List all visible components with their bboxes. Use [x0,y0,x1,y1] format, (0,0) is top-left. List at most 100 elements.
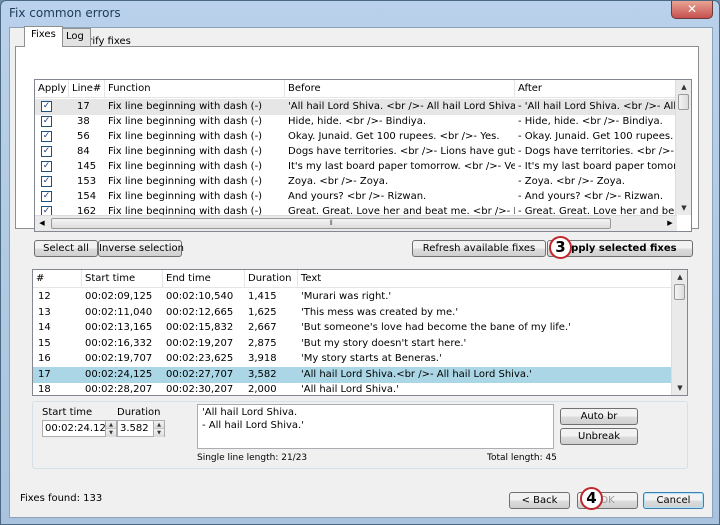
column-header-line[interactable]: Line# [69,80,105,98]
increment-arrow-icon[interactable]: ▲ [105,421,116,429]
subtitle-cell-start: 00:02:28,207 [85,384,153,395]
apply-checkbox[interactable]: ✓ [41,176,52,187]
subtitle-vertical-scrollbar[interactable]: ▲ ▼ [671,270,687,395]
single-line-length: Single line length: 21/23 [197,453,308,463]
fix-row[interactable]: ✓ 154 Fix line beginning with dash (-) And … [35,189,677,205]
column-header-before[interactable]: Before [285,80,515,98]
decrement-arrow-icon[interactable]: ▼ [105,429,116,437]
apply-checkbox[interactable]: ✓ [41,101,52,112]
fix-cell-after: - Dogs have territories. <br />- Lions h… [518,146,677,157]
subtitle-cell-end: 00:02:10,540 [166,291,234,302]
duration-label: Duration [117,407,161,418]
tab-fixes[interactable]: Fixes [24,26,63,47]
apply-checkbox[interactable]: ✓ [41,116,52,127]
decrement-arrow-icon[interactable]: ▼ [153,429,164,437]
fix-cell-before: It's my last board paper tomorrow. <br /… [288,161,515,172]
subtitle-cell-num: 14 [38,322,51,333]
scroll-down-arrow-icon[interactable]: ▼ [672,381,687,395]
subtitle-cell-text: 'But my story doesn't start here.' [301,337,467,349]
increment-arrow-icon[interactable]: ▲ [153,421,164,429]
column-header-after[interactable]: After [515,80,677,98]
subtitle-cell-duration: 2,875 [248,337,277,349]
unbreak-button[interactable]: Unbreak [560,428,638,445]
scroll-up-arrow-icon[interactable]: ▲ [676,80,691,94]
subtitle-row[interactable]: 17 00:02:24,125 00:02:27,707 3,582 'All hail… [33,366,673,383]
subtitle-cell-num: 16 [38,353,51,364]
subtitle-cell-start: 00:02:24,125 [85,368,153,380]
fix-row[interactable]: ✓ 153 Fix line beginning with dash (-) Zoya… [35,174,677,190]
inverse-selection-button[interactable]: Inverse selection [98,240,184,257]
fix-cell-line: 17 [77,101,90,112]
start-time-label: Start time [42,407,93,418]
subtitle-cell-num: 13 [38,306,51,318]
scroll-up-arrow-icon[interactable]: ▲ [672,270,687,284]
fix-row[interactable]: ✓ 84 Fix line beginning with dash (-) Dogs … [35,144,677,160]
apply-checkbox[interactable]: ✓ [41,161,52,172]
fix-cell-before: And yours? <br />- Rizwan. [288,191,427,202]
subtitle-cell-end: 00:02:30,207 [166,384,234,395]
column-header-duration[interactable]: Duration [245,270,298,288]
column-header-apply[interactable]: Apply [35,80,69,98]
close-button[interactable]: ✕ [671,1,713,19]
column-header-end-time[interactable]: End time [163,270,245,288]
fix-cell-line: 153 [77,176,97,187]
cancel-button[interactable]: Cancel [643,492,704,509]
subtitle-text-editor[interactable]: 'All hail Lord Shiva. - All hail Lord Sh… [197,404,554,449]
fix-cell-line: 145 [77,161,97,172]
subtitle-cell-start: 00:02:16,332 [85,337,153,349]
fix-cell-function: Fix line beginning with dash (-) [108,161,263,172]
fixes-grid: Apply Line# Function Before After ✓ 17 Fix… [34,79,692,232]
fixes-vertical-scrollbar[interactable]: ▲ ▼ [675,80,691,215]
subtitle-cell-duration: 2,000 [248,384,277,395]
scroll-thumb[interactable] [678,94,689,110]
fixes-horizontal-scrollbar[interactable]: ◀ ⦀ ▶ [35,215,677,231]
column-header-number[interactable]: # [33,270,82,288]
subtitle-cell-start: 00:02:13,165 [85,322,153,333]
apply-checkbox[interactable]: ✓ [41,131,52,142]
column-header-start-time[interactable]: Start time [82,270,163,288]
back-button[interactable]: < Back [509,492,570,509]
auto-br-button[interactable]: Auto br [560,408,638,425]
fix-cell-before: 'All hail Lord Shiva. <br />- All hail L… [288,101,515,112]
fix-row[interactable]: ✓ 145 Fix line beginning with dash (-) It's… [35,159,677,175]
apply-checkbox[interactable]: ✓ [41,146,52,157]
step-4-annotation: 4 [580,487,603,510]
column-header-function[interactable]: Function [105,80,285,98]
fix-cell-line: 154 [77,191,97,202]
subtitle-cell-end: 00:02:19,207 [166,337,234,349]
title-bar: Fix common errors ✕ [1,1,719,27]
start-time-stepper[interactable]: 00:02:24.125 ▲ ▼ [42,420,117,437]
duration-stepper[interactable]: 3.582 ▲ ▼ [117,420,165,437]
scroll-right-arrow-icon[interactable]: ▶ [663,216,677,231]
horizontal-scroll-thumb[interactable]: ⦀ [51,218,611,229]
subtitle-row[interactable]: 12 00:02:09,125 00:02:10,540 1,415 'Murari w… [33,289,673,305]
select-all-button[interactable]: Select all [34,240,98,257]
subtitle-row[interactable]: 18 00:02:28,207 00:02:30,207 2,000 'All hail… [33,382,673,395]
subtitle-row[interactable]: 15 00:02:16,332 00:02:19,207 2,875 'But my s… [33,336,673,352]
subtitle-row[interactable]: 14 00:02:13,165 00:02:15,832 2,667 'But some… [33,320,673,336]
fix-row[interactable]: ✓ 17 Fix line beginning with dash (-) 'All … [35,99,677,115]
subtitle-row[interactable]: 13 00:02:11,040 00:02:12,665 1,625 'This mes… [33,305,673,321]
column-header-text[interactable]: Text [298,270,673,288]
fixes-grid-header: Apply Line# Function Before After [35,80,691,98]
fixes-found-count: Fixes found: 133 [20,493,103,504]
subtitle-cell-start: 00:02:09,125 [85,291,153,302]
subtitle-cell-end: 00:02:27,707 [166,368,234,380]
subtitle-cell-duration: 1,625 [248,306,277,318]
subtitle-row[interactable]: 16 00:02:19,707 00:02:23,625 3,918 'My story… [33,351,673,367]
refresh-available-fixes-button[interactable]: Refresh available fixes [412,240,546,257]
scroll-left-arrow-icon[interactable]: ◀ [35,216,49,231]
subtitle-cell-duration: 3,582 [248,368,277,380]
apply-checkbox[interactable]: ✓ [41,191,52,202]
scroll-thumb[interactable] [674,284,685,300]
tab-log[interactable]: Log [59,28,91,46]
fix-cell-after: - Zoya. <br />- Zoya. [518,176,625,187]
fix-cell-before: Hide, hide. <br />- Bindiya. [288,116,427,127]
subtitle-cell-duration: 2,667 [248,322,277,333]
fix-row[interactable]: ✓ 56 Fix line beginning with dash (-) Okay.… [35,129,677,145]
scroll-down-arrow-icon[interactable]: ▼ [676,201,691,215]
fix-cell-before: Okay. Junaid. Get 100 rupees. <br />- Ye… [288,131,500,142]
fix-row[interactable]: ✓ 38 Fix line beginning with dash (-) Hide,… [35,114,677,130]
text-line-1: 'All hail Lord Shiva. [202,407,298,418]
fix-cell-before: Zoya. <br />- Zoya. [288,176,389,187]
